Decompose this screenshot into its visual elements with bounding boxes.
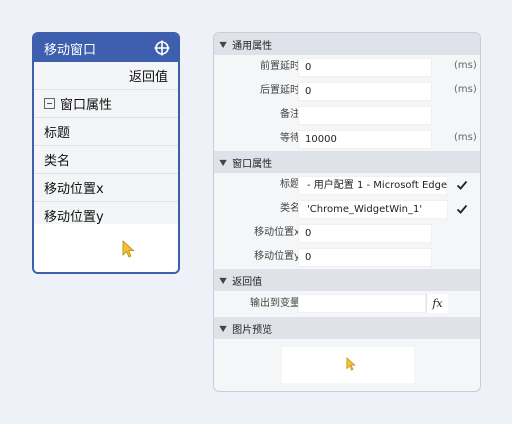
section-window[interactable]: ▼ 窗口属性	[214, 151, 480, 173]
node-row-title[interactable]: 标题	[34, 118, 178, 146]
chevron-down-icon[interactable]: ▼	[219, 324, 226, 333]
image-preview	[282, 347, 414, 383]
chevron-down-icon[interactable]: ▼	[219, 276, 226, 285]
node-row-label: 移动位置x	[44, 182, 104, 197]
checkmark-icon[interactable]	[456, 203, 468, 215]
move-x-label: 移动位置x	[254, 227, 300, 238]
post-delay-row: 后置延时 0 (ms)	[214, 79, 480, 103]
post-delay-unit: (ms)	[454, 84, 477, 95]
move-x-input[interactable]: 0	[298, 224, 432, 243]
node-row-class[interactable]: 类名	[34, 146, 178, 174]
pre-delay-label: 前置延时	[260, 61, 300, 72]
section-preview[interactable]: ▼ 图片预览	[214, 317, 480, 339]
note-label: 备注	[280, 109, 300, 120]
wait-label: 等待	[280, 133, 300, 144]
pre-delay-unit: (ms)	[454, 60, 477, 71]
move-y-input[interactable]: 0	[298, 248, 432, 267]
node-title: 移动窗口	[44, 42, 97, 58]
cursor-icon	[122, 240, 135, 258]
wait-unit: (ms)	[454, 132, 477, 143]
node-row-label: 标题	[44, 126, 71, 141]
chevron-down-icon[interactable]: ▼	[219, 40, 226, 49]
section-return[interactable]: ▼ 返回值	[214, 269, 480, 291]
note-input[interactable]	[298, 106, 432, 125]
chevron-down-icon[interactable]: ▼	[219, 158, 226, 167]
move-y-label: 移动位置y	[254, 251, 300, 262]
section-title: 通用属性	[232, 40, 273, 52]
checkmark-icon[interactable]	[456, 179, 468, 191]
node-group-row[interactable]: 窗口属性	[34, 90, 178, 118]
fx-button[interactable]: fx	[426, 294, 448, 313]
window-title-label: 标题	[280, 179, 300, 190]
minus-box-icon[interactable]	[44, 98, 55, 109]
cursor-icon	[346, 357, 356, 371]
section-title: 返回值	[232, 276, 263, 288]
pre-delay-input[interactable]: 0	[298, 58, 432, 77]
node-row-label: 移动位置y	[44, 210, 104, 225]
move-window-node[interactable]: 移动窗口 返回值 窗口属性 标题 类名 移动位置x 移动位置y	[32, 32, 180, 274]
section-title: 窗口属性	[232, 158, 273, 170]
node-row-move-x[interactable]: 移动位置x	[34, 174, 178, 202]
window-title-row: 标题 - 用户配置 1 - Microsoft Edge'	[214, 173, 480, 197]
class-name-row: 类名 'Chrome_WidgetWin_1'	[214, 197, 480, 221]
node-row-label: 类名	[44, 154, 71, 169]
post-delay-input[interactable]: 0	[298, 82, 432, 101]
wait-input[interactable]: 10000	[298, 130, 432, 149]
class-name-label: 类名	[280, 203, 300, 214]
output-var-input[interactable]	[298, 294, 426, 313]
node-preview	[34, 224, 178, 272]
move-y-row: 移动位置y 0	[214, 245, 480, 269]
wait-row: 等待 10000 (ms)	[214, 127, 480, 151]
property-panel: ▼ 通用属性 前置延时 0 (ms) 后置延时 0 (ms) 备注 等待 100…	[213, 32, 481, 392]
note-row: 备注	[214, 103, 480, 127]
crosshair-icon[interactable]	[154, 40, 170, 56]
class-name-input[interactable]: 'Chrome_WidgetWin_1'	[298, 200, 448, 219]
node-return-row[interactable]: 返回值	[34, 62, 178, 90]
section-title: 图片预览	[232, 324, 273, 336]
post-delay-label: 后置延时	[260, 85, 300, 96]
section-general[interactable]: ▼ 通用属性	[214, 33, 480, 55]
output-var-row: 输出到变量 fx	[214, 291, 480, 317]
node-header[interactable]: 移动窗口	[34, 34, 178, 62]
output-var-label: 输出到变量	[250, 298, 300, 309]
window-title-input[interactable]: - 用户配置 1 - Microsoft Edge'	[298, 176, 448, 195]
pre-delay-row: 前置延时 0 (ms)	[214, 55, 480, 79]
node-group-label: 窗口属性	[60, 98, 113, 113]
move-x-row: 移动位置x 0	[214, 221, 480, 245]
node-return-label: 返回值	[128, 70, 168, 85]
